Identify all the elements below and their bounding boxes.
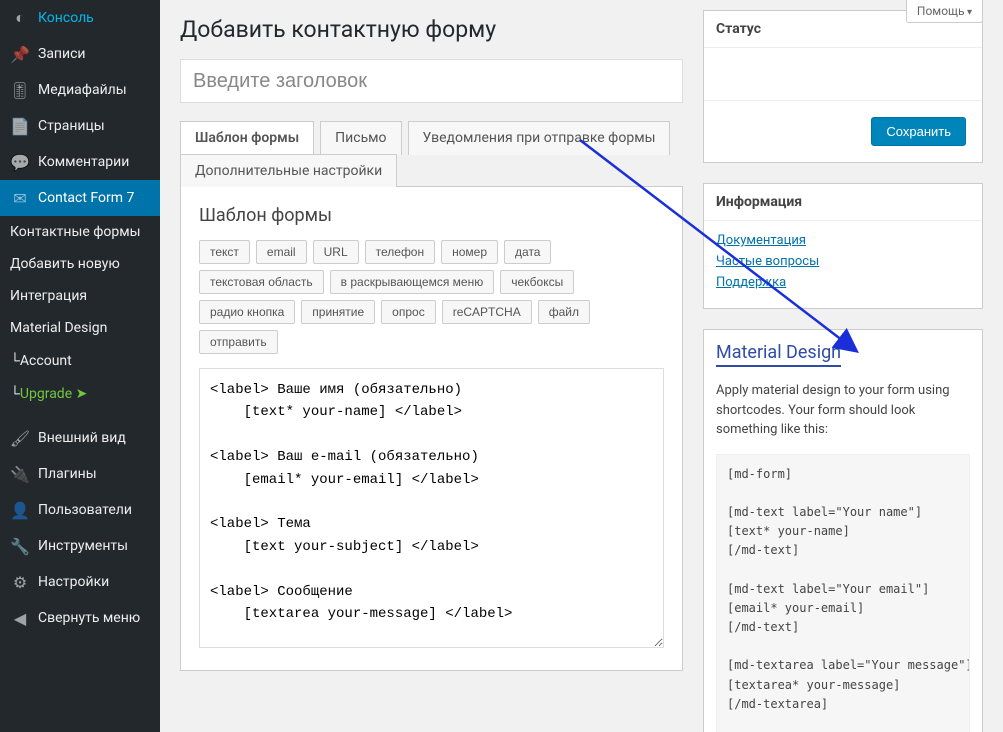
tools-icon: 🔧: [10, 536, 30, 556]
sidebar-subitem-label: Upgrade ➤: [20, 386, 87, 402]
users-icon: 👤: [10, 500, 30, 520]
material-description: Apply material design to your form using…: [716, 381, 970, 440]
form-tag-button[interactable]: email: [256, 240, 307, 264]
form-tag-button[interactable]: принятие: [301, 300, 375, 324]
panel-heading: Шаблон формы: [199, 205, 664, 226]
sidebar-item[interactable]: ✉ Contact Form 7: [0, 180, 160, 216]
sidebar-item[interactable]: 📄 Страницы: [0, 108, 160, 144]
save-button[interactable]: Сохранить: [871, 117, 966, 146]
sidebar-item[interactable]: 🔌 Плагины: [0, 456, 160, 492]
admin-sidebar: ◐ Консоль 📌 Записи 🎚 Медиафайлы 📄 Страницы 💬 Комм…: [0, 0, 160, 732]
form-template-textarea[interactable]: [199, 368, 664, 648]
form-tag-button[interactable]: радио кнопка: [199, 300, 295, 324]
form-tag-button[interactable]: отправить: [199, 330, 278, 354]
info-link[interactable]: Частые вопросы: [716, 254, 970, 269]
sidebar-item[interactable]: 💬 Комментарии: [0, 144, 160, 180]
sidebar-item[interactable]: ◐ Консоль: [0, 0, 160, 36]
tab[interactable]: Письмо: [320, 121, 401, 155]
sidebar-item-label: Страницы: [38, 118, 105, 134]
sidebar-item-label: Консоль: [38, 10, 94, 26]
form-tag-button[interactable]: файл: [538, 300, 590, 324]
sidebar-item-label: Пользователи: [38, 502, 132, 518]
sidebar-item[interactable]: ◀ Свернуть меню: [0, 600, 160, 636]
form-tag-button[interactable]: телефон: [365, 240, 436, 264]
form-tag-button[interactable]: в раскрывающемся меню: [330, 270, 495, 294]
gauge-icon: ◐: [10, 8, 30, 28]
tab[interactable]: Дополнительные настройки: [180, 154, 397, 187]
material-design-box: Material Design Apply material design to…: [703, 329, 983, 732]
sidebar-item-label: Плагины: [38, 466, 97, 482]
comment-icon: 💬: [10, 152, 30, 172]
brush-icon: 🖌: [10, 428, 30, 448]
sidebar-subitem[interactable]: Контактные формы: [0, 216, 160, 248]
form-tag-button[interactable]: текстовая область: [199, 270, 324, 294]
sidebar-subitem[interactable]: Material Design: [0, 312, 160, 344]
form-tag-button[interactable]: номер: [441, 240, 498, 264]
form-tag-button[interactable]: чекбоксы: [500, 270, 574, 294]
collapse-icon: ◀: [10, 608, 30, 628]
help-tab[interactable]: Помощь: [906, 0, 983, 23]
pin-icon: 📌: [10, 44, 30, 64]
tab-nav: Шаблон формыПисьмоУведомления при отправ…: [180, 121, 683, 187]
sidebar-subitem-label: Контактные формы: [10, 224, 141, 240]
media-icon: 🎚: [10, 80, 30, 100]
info-box: Информация Документация Частые вопросы Под…: [703, 183, 983, 309]
sidebar-subitem[interactable]: Добавить новую: [0, 248, 160, 280]
tab[interactable]: Уведомления при отправке формы: [408, 121, 671, 155]
sidebar-item[interactable]: 🖌 Внешний вид: [0, 420, 160, 456]
sidebar-subitem[interactable]: └Account: [0, 344, 160, 377]
form-template-panel: Шаблон формы текстemailURLтелефонномерда…: [180, 187, 683, 671]
tab[interactable]: Шаблон формы: [180, 121, 314, 155]
sidebar-item-label: Настройки: [38, 574, 109, 590]
sidebar-subitem-label: Добавить новую: [10, 256, 120, 272]
sidebar-item[interactable]: 🔧 Инструменты: [0, 528, 160, 564]
material-heading: Material Design: [716, 342, 841, 367]
page-icon: 📄: [10, 116, 30, 136]
sidebar-subitem[interactable]: └Upgrade ➤: [0, 377, 160, 410]
form-tag-button[interactable]: дата: [504, 240, 551, 264]
info-link[interactable]: Поддержка: [716, 275, 970, 290]
page-title: Добавить контактную форму: [180, 16, 683, 43]
sidebar-subitem-label: Material Design: [10, 320, 107, 336]
sidebar-item[interactable]: 📌 Записи: [0, 36, 160, 72]
sidebar-subitem[interactable]: Интеграция: [0, 280, 160, 312]
sidebar-item-label: Записи: [38, 46, 86, 62]
sidebar-item-label: Инструменты: [38, 538, 128, 554]
sidebar-item[interactable]: ⚙ Настройки: [0, 564, 160, 600]
info-link[interactable]: Документация: [716, 233, 970, 248]
plugin-icon: 🔌: [10, 464, 30, 484]
sidebar-subitem-label: Интеграция: [10, 288, 87, 304]
sidebar-item-label: Свернуть меню: [38, 610, 140, 626]
corner-icon: └: [10, 385, 20, 402]
form-title-input[interactable]: [180, 59, 683, 103]
sidebar-item-label: Contact Form 7: [38, 190, 134, 206]
corner-icon: └: [10, 352, 20, 369]
sidebar-item[interactable]: 🎚 Медиафайлы: [0, 72, 160, 108]
sidebar-item-label: Медиафайлы: [38, 82, 127, 98]
material-code-sample: [md-form] [md-text label="Your name"] [t…: [716, 454, 970, 732]
settings-icon: ⚙: [10, 572, 30, 592]
sidebar-subitem-label: Account: [20, 353, 72, 369]
status-box: Статус Сохранить: [703, 10, 983, 163]
form-tag-button[interactable]: текст: [199, 240, 250, 264]
form-tag-button[interactable]: опрос: [381, 300, 436, 324]
form-tag-button[interactable]: URL: [313, 240, 359, 264]
mail-icon: ✉: [10, 188, 30, 208]
sidebar-item-label: Внешний вид: [38, 430, 126, 446]
form-tag-button[interactable]: reCAPTCHA: [442, 300, 532, 324]
sidebar-item[interactable]: 👤 Пользователи: [0, 492, 160, 528]
sidebar-item-label: Комментарии: [38, 154, 129, 170]
info-heading: Информация: [704, 184, 982, 221]
